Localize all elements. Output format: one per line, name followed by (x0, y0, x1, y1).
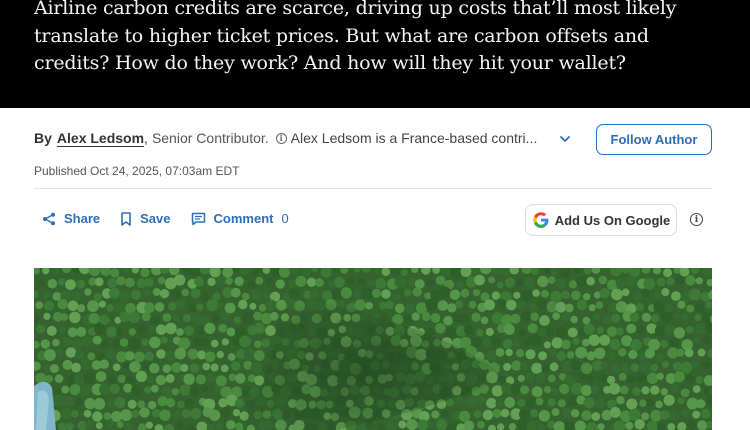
share-button[interactable]: Share (42, 211, 100, 226)
comment-label: Comment (213, 211, 274, 226)
save-label: Save (140, 211, 171, 226)
published-date: Published Oct 24, 2025, 07:03am EDT (34, 164, 240, 178)
add-us-on-google-button[interactable]: Add Us On Google (525, 204, 677, 236)
author-byline: By Alex Ledsom , Senior Contributor. i A… (34, 130, 574, 146)
byline-comma: , (144, 130, 148, 146)
divider (34, 188, 712, 189)
save-button[interactable]: Save (120, 211, 171, 226)
byline-prefix: By (34, 130, 52, 146)
share-icon (43, 212, 55, 225)
chevron-down-icon[interactable] (558, 132, 572, 146)
comment-icon (191, 212, 205, 225)
follow-author-button[interactable]: Follow Author (596, 124, 712, 155)
comment-count: 0 (281, 211, 289, 226)
share-label: Share (64, 211, 101, 226)
author-link[interactable]: Alex Ledsom (57, 130, 144, 146)
article-actions: Share Save Comment 0 (42, 211, 309, 226)
google-button-label: Add Us On Google (554, 212, 671, 228)
forest-aerial-image (34, 268, 712, 430)
article-dek-banner: Airline carbon credits are scarce, drivi… (0, 0, 750, 108)
bookmark-icon (121, 211, 131, 226)
comment-button[interactable]: Comment 0 (191, 211, 289, 226)
author-bio: Alex Ledsom is a France-based contri... (290, 130, 538, 146)
article-dek: Airline carbon credits are scarce, drivi… (34, 0, 677, 74)
info-icon[interactable]: i (690, 213, 703, 226)
article-hero-image (34, 268, 712, 430)
google-icon (533, 212, 549, 228)
info-icon: i (275, 132, 287, 144)
author-role: Senior Contributor. (151, 130, 269, 146)
